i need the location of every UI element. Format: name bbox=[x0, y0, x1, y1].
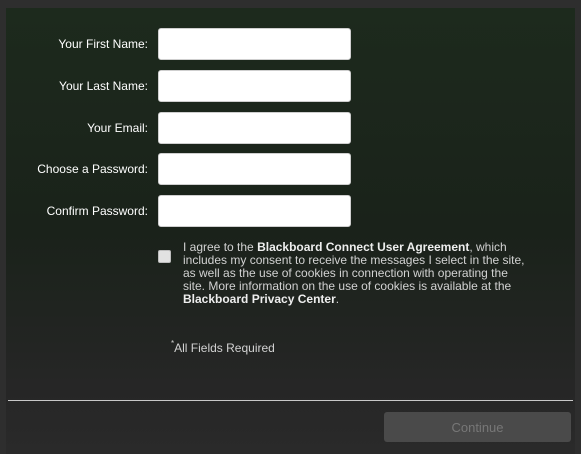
agreement-text-part-1: I agree to the bbox=[183, 240, 258, 254]
first-name-label: Your First Name: bbox=[58, 37, 148, 51]
password-input[interactable] bbox=[158, 153, 351, 185]
email-input[interactable] bbox=[158, 112, 351, 144]
last-name-label: Your Last Name: bbox=[59, 79, 148, 93]
agree-checkbox[interactable] bbox=[158, 250, 171, 263]
last-name-row: Your Last Name: bbox=[6, 70, 575, 102]
signup-panel: Your First Name: Your Last Name: Your Em… bbox=[6, 8, 575, 454]
confirm-password-row: Confirm Password: bbox=[6, 195, 575, 227]
agreement-text: I agree to the Blackboard Connect User A… bbox=[183, 241, 528, 306]
first-name-row: Your First Name: bbox=[6, 28, 575, 60]
agreement-text-part-3: . bbox=[335, 292, 340, 306]
last-name-input[interactable] bbox=[158, 70, 351, 102]
confirm-password-input[interactable] bbox=[158, 195, 351, 227]
required-note: *All Fields Required bbox=[171, 339, 275, 355]
footer-divider bbox=[8, 400, 573, 401]
required-note-text: All Fields Required bbox=[174, 341, 275, 355]
first-name-input[interactable] bbox=[158, 28, 351, 60]
required-asterisk: * bbox=[171, 339, 175, 348]
password-label: Choose a Password: bbox=[37, 162, 148, 176]
password-row: Choose a Password: bbox=[6, 153, 575, 185]
privacy-center-link[interactable]: Blackboard Privacy Center bbox=[183, 292, 336, 306]
email-row: Your Email: bbox=[6, 112, 575, 144]
confirm-password-label: Confirm Password: bbox=[46, 204, 148, 218]
continue-button[interactable]: Continue bbox=[384, 412, 571, 442]
email-label: Your Email: bbox=[87, 121, 148, 135]
user-agreement-link[interactable]: Blackboard Connect User Agreement bbox=[257, 240, 469, 254]
